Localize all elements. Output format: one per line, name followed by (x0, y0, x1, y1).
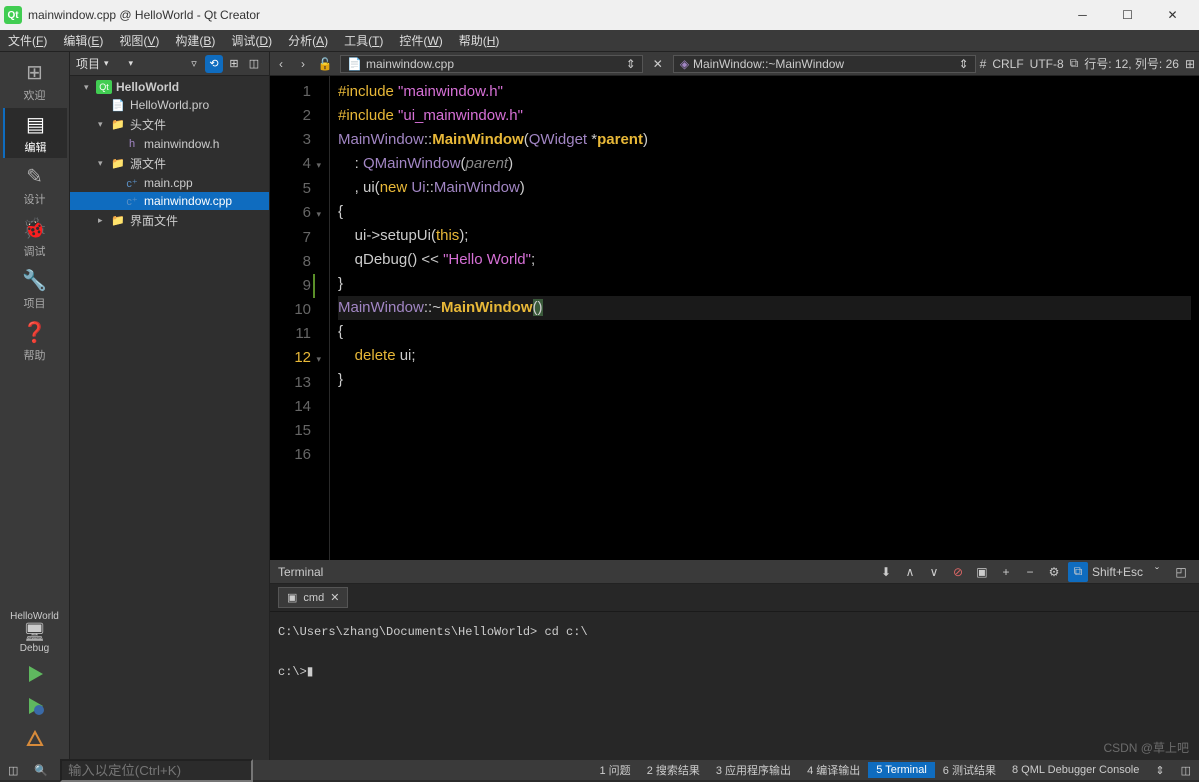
chevron-icon[interactable]: ⇕ (1147, 764, 1172, 777)
lock-icon[interactable]: 🔓 (315, 54, 335, 74)
term-tool-icon[interactable]: ⬇ (876, 562, 896, 582)
term-tool-icon[interactable]: ∨ (924, 562, 944, 582)
code-editor[interactable]: 1234▾56▾789101112▾13141516 #include "mai… (270, 76, 1199, 560)
chevron-down-icon: ▾ (129, 58, 134, 69)
tree-item[interactable]: hmainwindow.h (70, 135, 269, 153)
mode-欢迎[interactable]: ⊞欢迎 (3, 56, 67, 106)
tree-item[interactable]: c⁺mainwindow.cpp (70, 192, 269, 210)
file-icon: 📄 (347, 57, 362, 71)
cmd-icon: ▣ (287, 591, 297, 604)
target-selector[interactable]: HelloWorld 🖥 Debug (10, 611, 59, 654)
chevron-icon: ⇕ (626, 57, 636, 71)
output-tab-3[interactable]: 3 应用程序输出 (708, 762, 799, 778)
term-link-icon[interactable]: ⧉ (1068, 562, 1088, 582)
split-icon[interactable]: ⊞ (1185, 57, 1195, 71)
titlebar: Qt mainwindow.cpp @ HelloWorld - Qt Crea… (0, 0, 1199, 30)
term-remove-icon[interactable]: − (1020, 562, 1040, 582)
toggle-right-button[interactable]: ◫ (1173, 764, 1199, 777)
close-file-button[interactable]: ✕ (648, 54, 668, 74)
maximize-panel-icon[interactable]: ◰ (1171, 562, 1191, 582)
term-tool-icon[interactable]: ∧ (900, 562, 920, 582)
collapse-icon[interactable]: ˇ (1147, 562, 1167, 582)
tree-item[interactable]: ▾QtHelloWorld (70, 78, 269, 96)
tree-item[interactable]: ▸📁界面文件 (70, 210, 269, 231)
hash-label: # (980, 57, 987, 71)
tree-item[interactable]: c⁺main.cpp (70, 174, 269, 192)
method-icon: ◈ (680, 57, 689, 71)
menu-D[interactable]: 调试(D) (223, 30, 280, 51)
output-tab-5[interactable]: 5 Terminal (868, 762, 935, 778)
build-button[interactable] (15, 722, 55, 754)
editor-area: ‹ › 🔓 📄 mainwindow.cpp ⇕ ✕ ◈ MainWindow:… (270, 52, 1199, 760)
menu-T[interactable]: 工具(T) (336, 30, 391, 51)
output-tab-6[interactable]: 6 测试结果 (935, 762, 1004, 778)
output-tab-1[interactable]: 1 问题 (592, 762, 639, 778)
chevron-icon: ⇕ (959, 57, 969, 71)
project-panel-title[interactable]: 项目 (76, 55, 100, 72)
output-tab-2[interactable]: 2 搜索结果 (639, 762, 708, 778)
add-icon[interactable]: ⊞ (225, 55, 243, 73)
term-clear-icon[interactable]: ⊘ (948, 562, 968, 582)
menu-V[interactable]: 视图(V) (111, 30, 167, 51)
output-tab-8[interactable]: 8 QML Debugger Console (1004, 762, 1147, 778)
toggle-sidebar-button[interactable]: ◫ (0, 764, 26, 777)
chevron-down-icon: ▾ (104, 58, 109, 69)
terminal-tab[interactable]: ▣ cmd ✕ (278, 587, 348, 608)
mode-调试[interactable]: 🐞调试 (3, 212, 67, 262)
nav-back-button[interactable]: ‹ (271, 54, 291, 74)
window-title: mainwindow.cpp @ HelloWorld - Qt Creator (28, 8, 260, 22)
symbol-dropdown[interactable]: ◈ MainWindow::~MainWindow ⇕ (673, 55, 976, 73)
menu-W[interactable]: 控件(W) (391, 30, 450, 51)
search-icon[interactable]: 🔍 (26, 764, 56, 777)
maximize-button[interactable]: ☐ (1105, 0, 1150, 30)
nav-forward-button[interactable]: › (293, 54, 313, 74)
mode-设计[interactable]: ✎设计 (3, 160, 67, 210)
filter-icon[interactable]: ▿ (185, 55, 203, 73)
link-icon[interactable]: ⟲ (205, 55, 223, 73)
menu-F[interactable]: 文件(F) (0, 30, 55, 51)
encoding-label[interactable]: UTF-8 (1030, 57, 1064, 71)
close-button[interactable]: ✕ (1150, 0, 1195, 30)
statusbar: ◫ 🔍 1 问题2 搜索结果3 应用程序输出4 编译输出5 Terminal6 … (0, 760, 1199, 780)
line-ending-label[interactable]: CRLF (992, 57, 1023, 71)
menu-H[interactable]: 帮助(H) (451, 30, 508, 51)
close-tab-icon[interactable]: ✕ (330, 591, 339, 604)
menu-E[interactable]: 编辑(E) (55, 30, 111, 51)
term-tool-icon[interactable]: ▣ (972, 562, 992, 582)
tree-item[interactable]: 📄HelloWorld.pro (70, 96, 269, 114)
mode-编辑[interactable]: ▤编辑 (3, 108, 67, 158)
split-icon[interactable]: ◫ (245, 55, 263, 73)
mode-selector: ⊞欢迎▤编辑✎设计🐞调试🔧项目❓帮助 HelloWorld 🖥 Debug (0, 52, 70, 760)
tree-item[interactable]: ▾📁头文件 (70, 114, 269, 135)
run-button[interactable] (15, 658, 55, 690)
mode-项目[interactable]: 🔧项目 (3, 264, 67, 314)
terminal-body[interactable]: C:\Users\zhang\Documents\HelloWorld> cd … (270, 612, 1199, 760)
debug-run-button[interactable] (15, 690, 55, 722)
shortcut-label: Shift+Esc (1092, 565, 1143, 579)
menu-B[interactable]: 构建(B) (167, 30, 223, 51)
minimize-button[interactable]: ─ (1060, 0, 1105, 30)
project-panel: 项目 ▾ ▾ ▿ ⟲ ⊞ ◫ ▾QtHelloWorld📄HelloWorld.… (70, 52, 270, 760)
term-add-icon[interactable]: + (996, 562, 1016, 582)
gear-icon[interactable]: ⚙ (1044, 562, 1064, 582)
copy-icon[interactable]: ⧉ (1070, 56, 1079, 71)
watermark: CSDN @草上吧 (1103, 739, 1189, 756)
output-tab-4[interactable]: 4 编译输出 (799, 762, 868, 778)
file-dropdown[interactable]: 📄 mainwindow.cpp ⇕ (340, 55, 643, 73)
mode-帮助[interactable]: ❓帮助 (3, 316, 67, 366)
qt-logo-icon: Qt (4, 6, 22, 24)
cursor-position[interactable]: 行号: 12, 列号: 26 (1084, 55, 1179, 72)
menubar: 文件(F)编辑(E)视图(V)构建(B)调试(D)分析(A)工具(T)控件(W)… (0, 30, 1199, 52)
menu-A[interactable]: 分析(A) (280, 30, 336, 51)
project-tree[interactable]: ▾QtHelloWorld📄HelloWorld.pro▾📁头文件hmainwi… (70, 76, 269, 760)
locator-input[interactable] (60, 759, 253, 782)
terminal-title: Terminal (278, 565, 323, 579)
tree-item[interactable]: ▾📁源文件 (70, 153, 269, 174)
terminal-panel: Terminal ⬇ ∧ ∨ ⊘ ▣ + − ⚙ ⧉ Shift+Esc ˇ ◰ (270, 560, 1199, 760)
